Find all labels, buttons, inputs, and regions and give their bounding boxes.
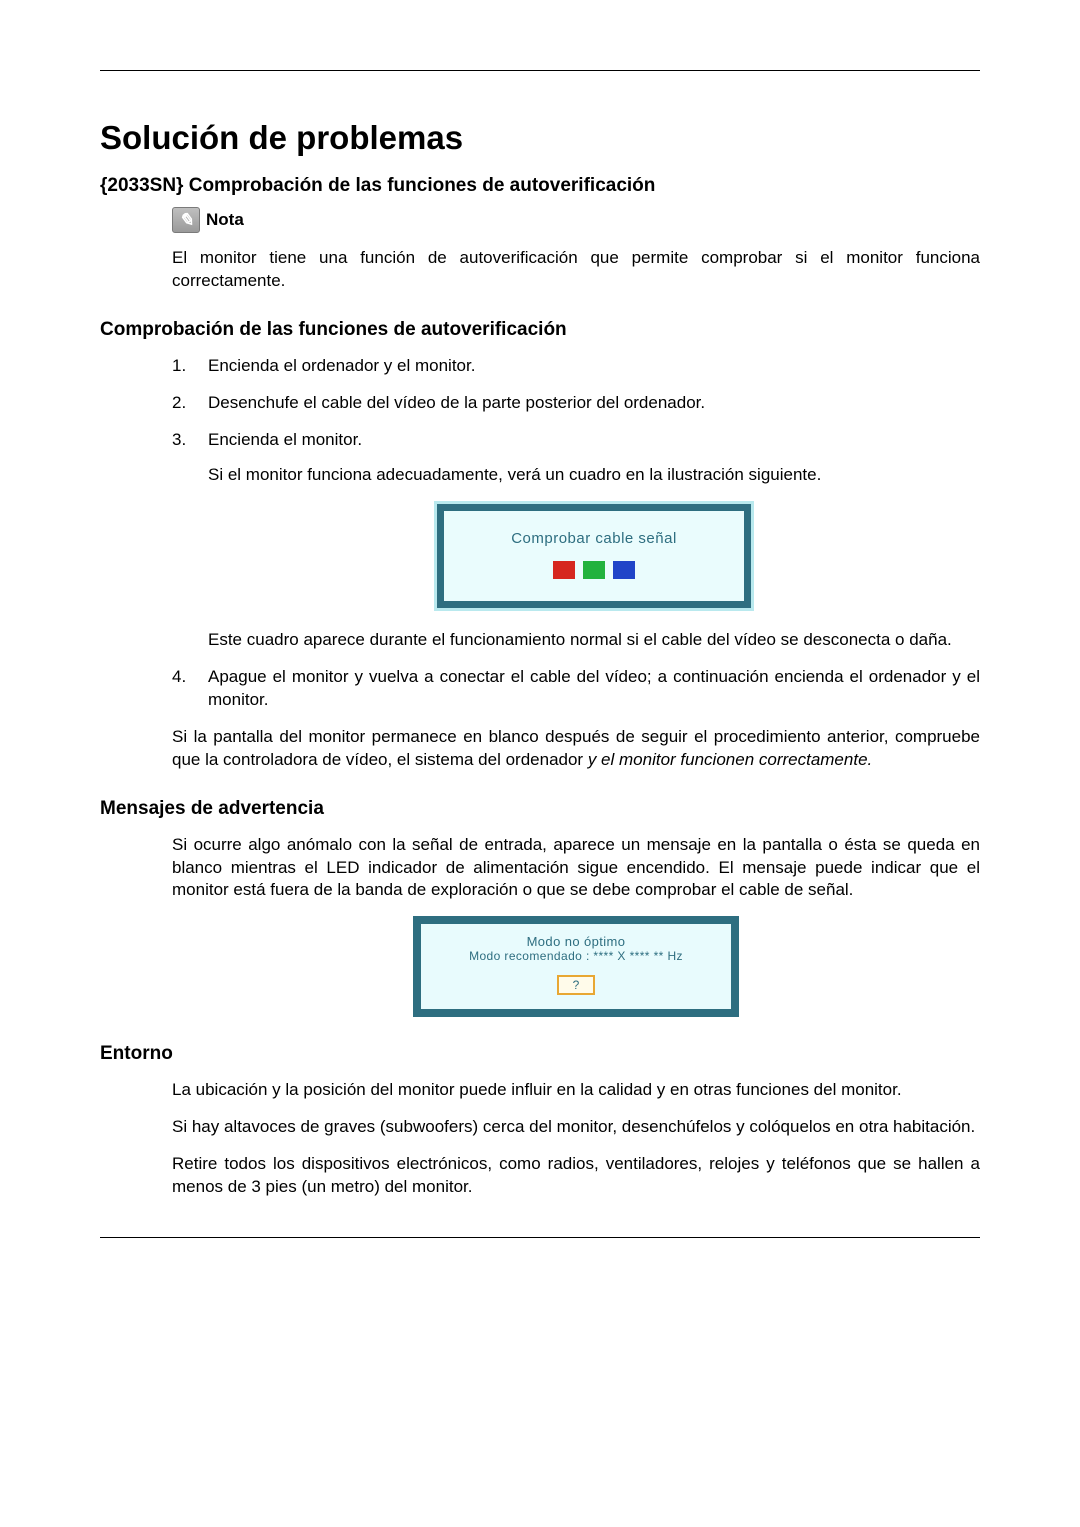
osd2-line1: Modo no óptimo <box>429 934 723 949</box>
entorno-p2: Si hay altavoces de graves (subwoofers) … <box>172 1116 980 1139</box>
step-3-aftertext: Este cuadro aparece durante el funcionam… <box>208 629 980 652</box>
heading-autoverificacion: Comprobación de las funciones de autover… <box>100 319 980 341</box>
square-blue <box>613 561 635 579</box>
entorno-p1: La ubicación y la posición del monitor p… <box>172 1079 980 1102</box>
osd1-text: Comprobar cable señal <box>454 529 734 549</box>
step-3: Encienda el monitor. Si el monitor funci… <box>172 429 980 652</box>
osd1-container: Comprobar cable señal <box>208 501 980 611</box>
steps-tail-italic: y el monitor funcionen correctamente. <box>588 750 872 769</box>
steps-tail: Si la pantalla del monitor permanece en … <box>172 726 980 772</box>
rule-bottom <box>100 1237 980 1238</box>
rule-top <box>100 70 980 71</box>
heading-autoverificacion-model: {2033SN} Comprobación de las funciones d… <box>100 175 980 197</box>
step-2: Desenchufe el cable del vídeo de la part… <box>172 392 980 415</box>
rgb-squares <box>454 561 734 579</box>
nota-block: ✎ Nota El monitor tiene una función de a… <box>172 207 980 293</box>
mensajes-block: Si ocurre algo anómalo con la señal de e… <box>172 834 980 1018</box>
entorno-p3: Retire todos los dispositivos electrónic… <box>172 1153 980 1199</box>
osd-mode-warning: Modo no óptimo Modo recomendado : **** X… <box>413 916 739 1017</box>
nota-text: El monitor tiene una función de autoveri… <box>172 247 980 293</box>
step-4: Apague el monitor y vuelva a conectar el… <box>172 666 980 712</box>
osd2-container: Modo no óptimo Modo recomendado : **** X… <box>172 916 980 1017</box>
square-green <box>583 561 605 579</box>
osd2-line2: Modo recomendado : **** X **** ** Hz <box>429 949 723 963</box>
note-icon: ✎ <box>172 207 200 233</box>
osd2-help-button: ? <box>557 975 596 995</box>
nota-label: Nota <box>206 210 244 230</box>
document-page: Solución de problemas {2033SN} Comprobac… <box>0 0 1080 1298</box>
osd2-inner: Modo no óptimo Modo recomendado : **** X… <box>421 924 731 1009</box>
page-title: Solución de problemas <box>100 119 980 157</box>
osd1-inner: Comprobar cable señal <box>444 511 744 601</box>
osd-check-signal: Comprobar cable señal <box>434 501 754 611</box>
nota-row: ✎ Nota <box>172 207 980 233</box>
steps-block: Encienda el ordenador y el monitor. Dese… <box>172 355 980 772</box>
step-3-text: Encienda el monitor. <box>208 430 362 449</box>
steps-list: Encienda el ordenador y el monitor. Dese… <box>172 355 980 712</box>
square-red <box>553 561 575 579</box>
step-3-subtext: Si el monitor funciona adecuadamente, ve… <box>208 464 980 487</box>
mensajes-text: Si ocurre algo anómalo con la señal de e… <box>172 834 980 903</box>
heading-mensajes: Mensajes de advertencia <box>100 798 980 820</box>
step-1: Encienda el ordenador y el monitor. <box>172 355 980 378</box>
entorno-block: La ubicación y la posición del monitor p… <box>172 1079 980 1199</box>
heading-entorno: Entorno <box>100 1043 980 1065</box>
